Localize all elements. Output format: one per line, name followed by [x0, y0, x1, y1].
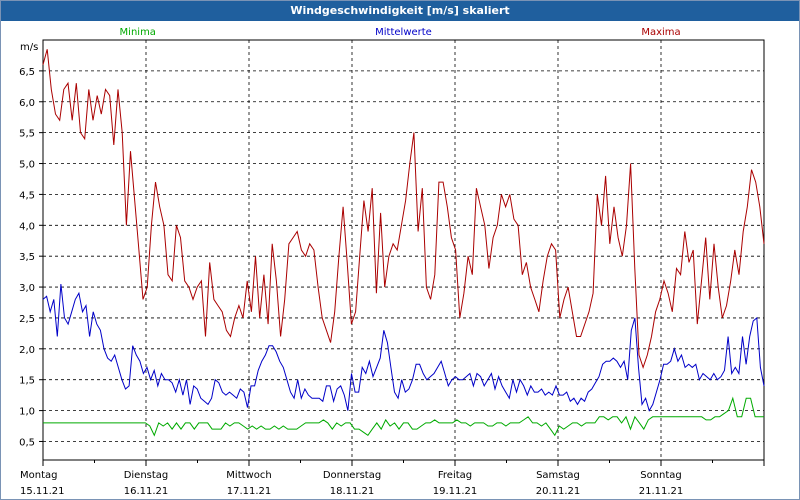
y-axis: 0,5 1,0 1,5 2,0 2,5 3,0 3,5 4,0 4,5 5,0 5,5 6,0 6,5 — [19, 67, 43, 448]
legend-item-mittelwerte: Mittelwerte — [375, 27, 432, 38]
y-tick-label: 5,0 — [19, 160, 35, 171]
legend-item-maxima: Maxima — [641, 27, 680, 38]
x-day-label: Dienstag — [124, 470, 169, 481]
x-day-label: Sonntag — [640, 470, 682, 481]
y-tick-label: 3,0 — [19, 283, 35, 294]
x-day-label: Donnerstag — [323, 470, 381, 481]
y-tick-label: 4,0 — [19, 221, 35, 232]
x-date-label: 18.11.21 — [330, 486, 375, 497]
x-date-label: 21.11.21 — [639, 486, 684, 497]
y-tick-label: 4,5 — [19, 190, 35, 201]
x-axis: Montag 15.11.21 Dienstag 16.11.21 Mittwoch 17… — [20, 460, 765, 497]
y-tick-label: 3,5 — [19, 252, 35, 263]
y-tick-label: 2,0 — [19, 345, 35, 356]
y-tick-label: 5,5 — [19, 129, 35, 140]
x-date-label: 20.11.21 — [536, 486, 581, 497]
plot-area — [42, 39, 765, 461]
legend-item-minima: Minima — [120, 27, 156, 38]
x-date-label: 19.11.21 — [433, 486, 478, 497]
x-day-label: Montag — [20, 470, 57, 481]
x-date-label: 16.11.21 — [124, 486, 169, 497]
wind-speed-chart: 0,51,01,52,02,53,03,54,04,55,05,56,06,5 … — [19, 27, 765, 497]
y-tick-label: 2,5 — [19, 314, 35, 325]
y-tick-label: 6,5 — [19, 67, 35, 78]
y-axis-unit-label: m/s — [20, 42, 38, 53]
y-tick-label: 0,5 — [19, 437, 35, 448]
legend: Minima Mittelwerte Maxima — [120, 27, 681, 38]
x-day-label: Mittwoch — [226, 470, 271, 481]
y-tick-label: 1,5 — [19, 376, 35, 387]
x-day-label: Freitag — [438, 470, 472, 481]
x-day-label: Samstag — [536, 470, 580, 481]
y-tick-label: 1,0 — [19, 407, 35, 418]
x-date-label: 15.11.21 — [20, 486, 65, 497]
y-tick-label: 6,0 — [19, 98, 35, 109]
x-date-label: 17.11.21 — [227, 486, 272, 497]
